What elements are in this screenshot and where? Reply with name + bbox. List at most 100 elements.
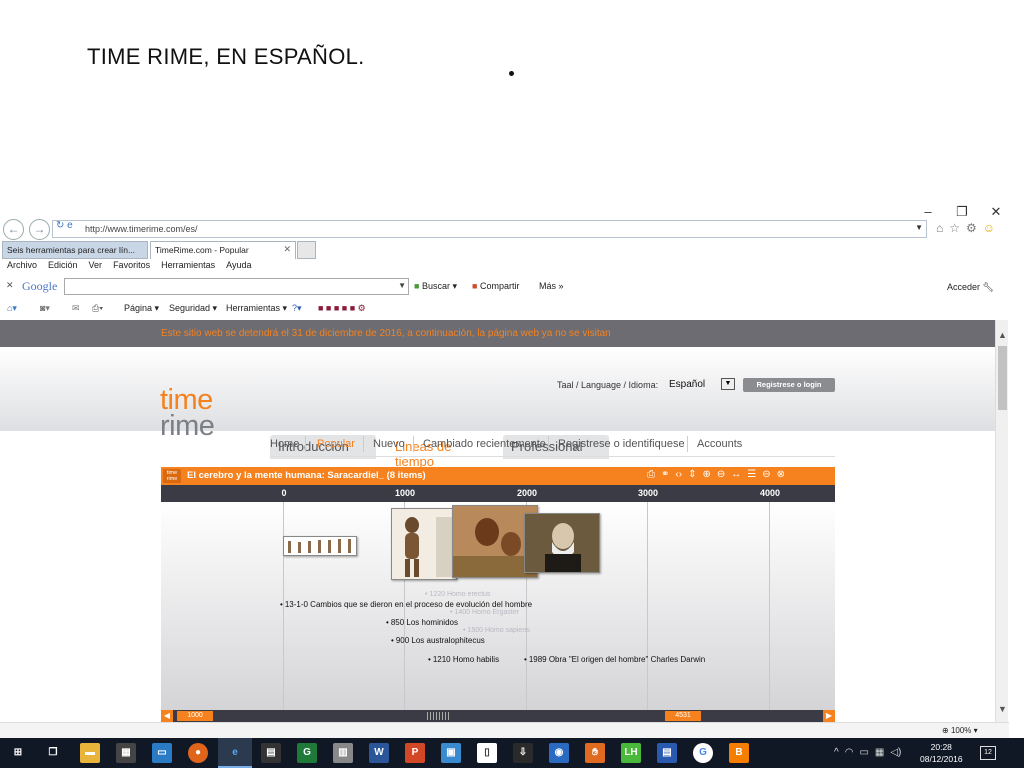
subnav-popular[interactable]: Popular [317, 438, 355, 450]
system-clock[interactable]: 20:28 08/12/2016 [920, 741, 963, 765]
addon-icons[interactable]: ■ ■ ■ ■ ■ ⚙ [318, 303, 366, 314]
search-dropdown-icon[interactable]: ▼ [398, 281, 406, 290]
wifi-icon[interactable]: ◠ [845, 747, 854, 758]
scroll-left-button[interactable]: ◀ [161, 710, 173, 722]
rss-feed-icon[interactable]: ◙▾ [40, 303, 50, 314]
app-icon[interactable]: ▣ [441, 743, 461, 763]
app-icon[interactable]: ▤ [261, 743, 281, 763]
language-select-value[interactable]: Español [669, 379, 705, 390]
list-view-icon[interactable]: ☰ [747, 469, 756, 480]
vertical-scrollbar[interactable]: ▲ ▼ [995, 320, 1008, 722]
expand-vertical-icon[interactable]: ⇕ [688, 469, 696, 480]
settings-gear-icon[interactable]: ⚙ [966, 221, 977, 235]
chrome-icon[interactable]: G [693, 743, 713, 763]
scroll-down-icon[interactable]: ▼ [998, 704, 1007, 714]
task-view-icon[interactable]: ❐ [43, 743, 63, 763]
menu-ver[interactable]: Ver [89, 260, 103, 274]
print-icon[interactable]: ⎙ [647, 469, 655, 480]
timeline-event[interactable]: 1220 Homo erectus [425, 591, 490, 598]
timeline-event[interactable]: 900 Los australophitecus [391, 636, 485, 645]
network-icon[interactable]: ▦ [875, 747, 884, 758]
eye-app-icon[interactable]: ◉ [549, 743, 569, 763]
file-explorer-icon[interactable]: ▬ [80, 743, 100, 763]
address-dropdown-icon[interactable]: ▼ [915, 223, 923, 232]
lh-app-icon[interactable]: LH [621, 743, 641, 763]
print-icon[interactable]: ⎙▾ [92, 303, 103, 314]
timeline-canvas[interactable]: 1220 Homo erectus 13-1-0 Cambios que se … [161, 502, 835, 710]
mas-button[interactable]: Más » [539, 281, 564, 291]
calculator-icon[interactable]: ▦ [116, 743, 136, 763]
evolution-thumbnail[interactable] [283, 536, 357, 556]
subnav-nuevo[interactable]: Nuevo [373, 438, 405, 450]
volume-icon[interactable]: ◁) [890, 747, 901, 758]
menu-favoritos[interactable]: Favoritos [113, 260, 150, 274]
start-windows-icon[interactable]: ⊞ [8, 743, 28, 763]
internet-explorer-icon[interactable]: e [225, 743, 245, 763]
close-toolbar-icon[interactable]: ✕ [6, 280, 14, 291]
menu-herramientas[interactable]: Herramientas [161, 260, 215, 274]
menu-archivo[interactable]: Archivo [7, 260, 37, 274]
mail-icon[interactable]: ✉ [72, 303, 80, 314]
subnav-accounts[interactable]: Accounts [697, 438, 742, 450]
timeline-event[interactable]: 1210 Homo habilis [428, 655, 499, 664]
language-dropdown-icon[interactable]: ▼ [721, 378, 735, 390]
hominid-thumbnail[interactable] [391, 508, 457, 580]
powerpoint-icon[interactable]: P [405, 743, 425, 763]
herramientas-menu[interactable]: Herramientas ▾ [226, 303, 287, 314]
firefox-icon[interactable]: ● [188, 743, 208, 763]
minimize-widget-icon[interactable]: ⊖ [762, 469, 770, 480]
range-drag-handle[interactable] [427, 712, 451, 720]
embed-code-icon[interactable]: ‹› [675, 469, 682, 480]
fit-horizontal-icon[interactable]: ↔ [731, 469, 741, 480]
app-icon[interactable]: ✋︎ [585, 743, 605, 763]
forward-button[interactable]: → [29, 219, 50, 240]
subnav-cambiado[interactable]: Cambiado recientemente [423, 438, 546, 450]
seguridad-menu[interactable]: Seguridad ▾ [169, 303, 217, 314]
darwin-thumbnail[interactable] [524, 513, 600, 573]
timeline-event[interactable]: 13-1-0 Cambios que se dieron en el proce… [280, 600, 532, 609]
close-tab-icon[interactable]: ✕ [283, 244, 291, 255]
app-icon[interactable]: ▭ [152, 743, 172, 763]
close-widget-icon[interactable]: ⊗ [777, 469, 785, 480]
address-bar[interactable]: http://www.timerime.com/es/ ▼ [52, 220, 927, 238]
app-icon[interactable]: ▥ [333, 743, 353, 763]
word-icon[interactable]: W [369, 743, 389, 763]
subnav-home[interactable]: Home [270, 438, 299, 450]
login-button[interactable]: Registrese o login [743, 378, 835, 392]
timeline-event[interactable]: 850 Los hominidos [386, 618, 458, 627]
app-icon[interactable]: G [297, 743, 317, 763]
home-icon[interactable]: ⌂ [936, 221, 943, 235]
favorites-star-icon[interactable]: ☆ [949, 221, 960, 235]
buscar-button[interactable]: ■ Buscar ▾ [414, 281, 457, 292]
scroll-right-button[interactable]: ▶ [823, 710, 835, 722]
acceder-button[interactable]: Acceder 🔧︎ [947, 282, 994, 293]
tray-chevron-icon[interactable]: ^ [834, 747, 839, 758]
home-page-icon[interactable]: ⌂▾ [7, 303, 17, 314]
pagina-menu[interactable]: Página ▾ [124, 303, 159, 314]
new-tab-button[interactable] [297, 241, 316, 259]
google-search-input[interactable]: ▼ [64, 278, 409, 295]
compartir-button[interactable]: ■ Compartir [472, 281, 519, 291]
timeline-overview-bar[interactable]: ◀ 1000 4531 ▶ [161, 710, 835, 722]
zoom-level[interactable]: ⊕ 100% ▾ [942, 726, 978, 735]
wrench-icon[interactable]: 🔧︎ [983, 282, 994, 292]
notifications-badge[interactable]: 12 [980, 746, 996, 760]
feedback-smiley-icon[interactable]: ☺ [983, 221, 995, 235]
tab-seis-herramientas[interactable]: Seis herramientas para crear lín... [2, 241, 148, 259]
menu-edicion[interactable]: Edición [48, 260, 78, 274]
help-icon[interactable]: ?▾ [292, 303, 302, 314]
subnav-registrese[interactable]: Registrese o identifiquese [558, 438, 685, 450]
zoom-in-icon[interactable]: ⊕ [702, 469, 710, 480]
link-icon[interactable]: ⚭ [661, 469, 669, 480]
timeline-event[interactable]: 1500 Homo sapiens [463, 627, 529, 634]
scroll-up-icon[interactable]: ▲ [998, 330, 1007, 340]
back-button[interactable]: ← [3, 219, 24, 240]
scrollbar-thumb[interactable] [998, 346, 1007, 410]
blogger-icon[interactable]: B [729, 743, 749, 763]
timeline-event[interactable]: 1989 Obra "El origen del hombre" Charles… [524, 655, 705, 664]
app-icon[interactable]: ▤ [657, 743, 677, 763]
document-icon[interactable]: ▯ [477, 743, 497, 763]
menu-ayuda[interactable]: Ayuda [226, 260, 251, 274]
timeline-event[interactable]: 1400 Homo Ergaster [450, 609, 519, 616]
battery-icon[interactable]: ▭ [859, 747, 868, 758]
